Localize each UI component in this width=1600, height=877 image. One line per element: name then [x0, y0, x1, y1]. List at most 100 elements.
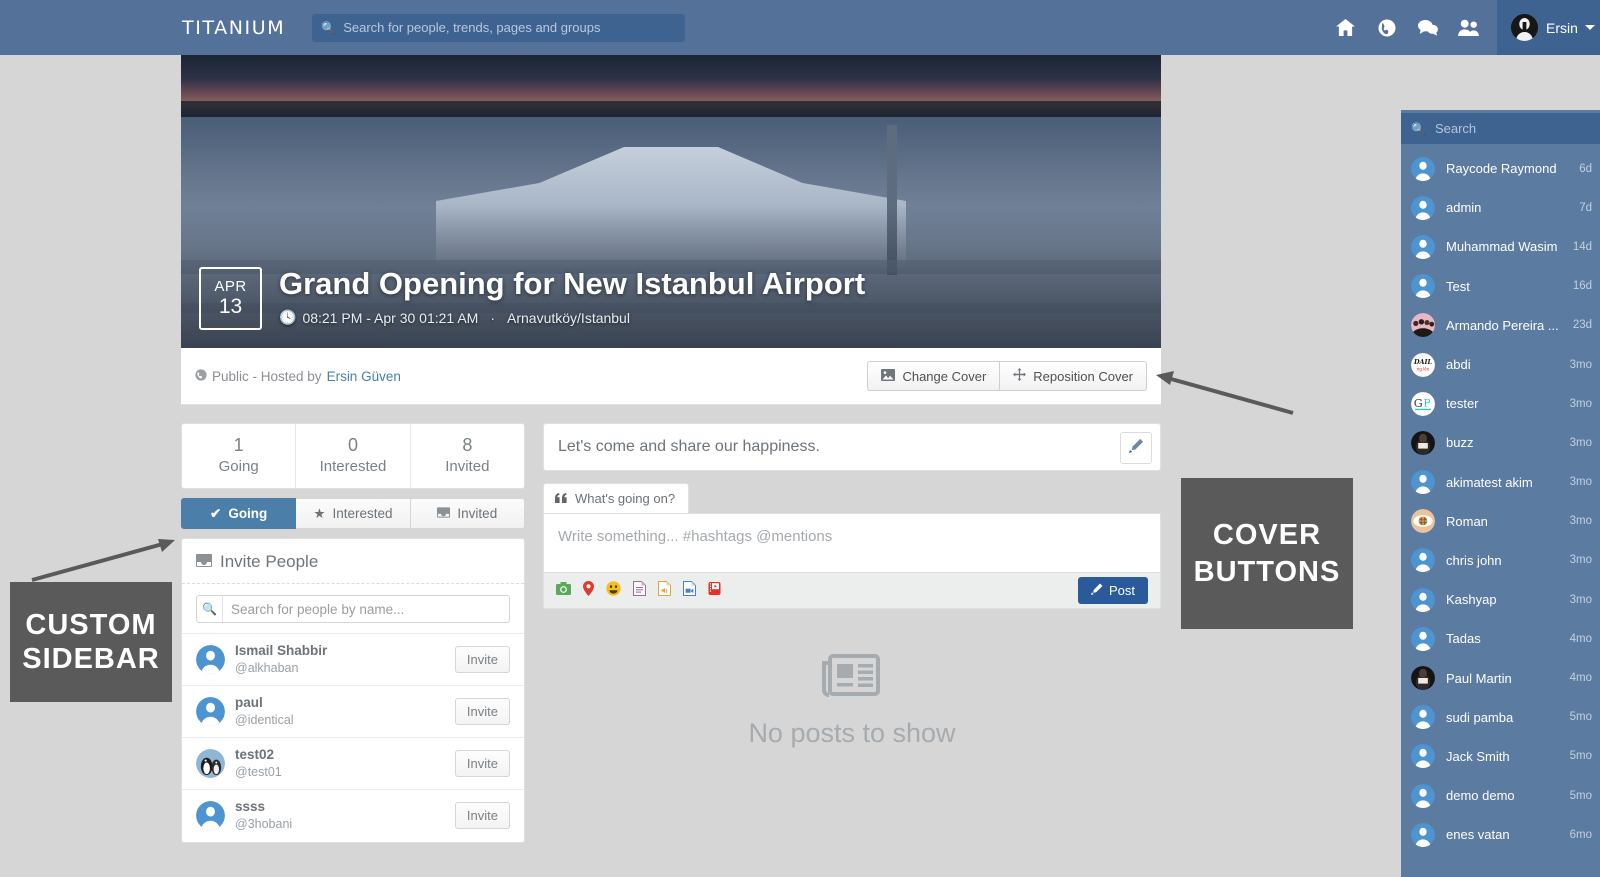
search-input[interactable]	[343, 20, 677, 35]
invite-person-name: test02	[235, 747, 275, 763]
chat-contact-name: Roman	[1446, 513, 1488, 529]
tab-interested[interactable]: ★ Interested	[296, 498, 411, 529]
photo-icon[interactable]	[556, 581, 571, 600]
chat-contact-name: Test	[1446, 278, 1470, 294]
stat-going[interactable]: 1 Going	[182, 424, 295, 488]
event-cover-wrapper: APR 13 Grand Opening for New Istanbul Ai…	[181, 55, 1161, 348]
invite-button[interactable]: Invite	[454, 646, 510, 674]
chat-contact-row[interactable]: akimatest akim 3mo	[1401, 463, 1600, 502]
empty-feed-state: No posts to show	[543, 651, 1161, 749]
chat-contact-row[interactable]: GP tester 3mo	[1401, 384, 1600, 423]
chat-contact-row[interactable]: Test 16d	[1401, 267, 1600, 306]
change-cover-button[interactable]: Change Cover	[867, 361, 1001, 391]
event-host-link[interactable]: Ersin Güven	[327, 369, 401, 384]
cover-photo[interactable]: APR 13 Grand Opening for New Istanbul Ai…	[181, 55, 1161, 348]
chat-icon[interactable]	[1412, 0, 1443, 55]
invite-button[interactable]: Invite	[454, 802, 510, 830]
video-icon[interactable]	[683, 580, 696, 601]
composer-attachment-icons	[556, 580, 721, 601]
invite-people-card: Invite People 🔍 Ismail Shabbir @alkhaban…	[181, 538, 525, 843]
composer-tabbar: What's going on?	[543, 483, 1161, 513]
chat-contact-name: Armando Pereira ...	[1446, 317, 1559, 333]
location-icon[interactable]	[583, 580, 594, 601]
user-menu[interactable]: Ersin	[1497, 0, 1600, 55]
post-button[interactable]: Post	[1077, 577, 1148, 604]
tab-going-label: Going	[228, 506, 268, 521]
avatar	[1411, 313, 1435, 338]
avatar	[196, 801, 225, 831]
invite-person-username: @3hobani	[235, 817, 293, 832]
document-icon[interactable]	[633, 580, 646, 601]
chat-contact-row[interactable]: buzz 3mo	[1401, 423, 1600, 462]
chat-contact-row[interactable]: demo demo 5mo	[1401, 776, 1600, 815]
stat-interested[interactable]: 0 Interested	[295, 424, 409, 488]
post-button-label: Post	[1108, 583, 1135, 598]
event-date-day: 13	[218, 295, 243, 319]
invite-person-info: ssss @3hobani	[235, 799, 455, 832]
reposition-cover-button[interactable]: Reposition Cover	[1000, 361, 1147, 391]
event-meta: 🕓 08:21 PM - Apr 30 01:21 AM · Arnavutkö…	[279, 309, 865, 326]
invite-search-input[interactable]	[223, 601, 509, 617]
globe-small-icon	[195, 368, 207, 384]
chat-contact-row[interactable]: Roman 3mo	[1401, 502, 1600, 541]
chat-contact-row[interactable]: Armando Pereira ... 23d	[1401, 306, 1600, 345]
avatar	[1411, 274, 1435, 299]
star-icon: ★	[313, 505, 326, 521]
home-icon[interactable]	[1330, 0, 1361, 55]
main-content-column: Let's come and share our happiness. What…	[543, 423, 1161, 749]
chat-contact-row[interactable]: DAIL ng lên abdi 3mo	[1401, 345, 1600, 384]
stat-going-label: Going	[218, 458, 259, 476]
event-privacy-host: Public - Hosted by Ersin Güven	[195, 369, 401, 384]
chat-contact-row[interactable]: sudi pamba 5mo	[1401, 698, 1600, 737]
chat-contact-row[interactable]: chris john 3mo	[1401, 541, 1600, 580]
annotation-arrow-sidebar	[31, 539, 175, 582]
chat-search-input[interactable]	[1434, 121, 1600, 136]
audio-icon[interactable]	[658, 580, 671, 601]
composer-body[interactable]: Write something... #hashtags @mentions	[543, 513, 1161, 573]
avatar	[1411, 783, 1435, 808]
chat-contact-row[interactable]: Kashyap 3mo	[1401, 580, 1600, 619]
chat-contact-row[interactable]: Jack Smith 5mo	[1401, 737, 1600, 776]
annotation-cover-buttons: COVER BUTTONS	[1181, 478, 1353, 629]
chat-contact-row[interactable]: Raycode Raymond 6d	[1401, 149, 1600, 188]
invite-button[interactable]: Invite	[454, 698, 510, 726]
avatar	[1411, 509, 1435, 534]
chat-contact-row[interactable]: admin 7d	[1401, 188, 1600, 227]
friends-icon[interactable]	[1453, 0, 1484, 55]
brand-logo[interactable]: TITANIUM	[182, 17, 285, 39]
stat-interested-number: 0	[347, 435, 358, 456]
tab-going[interactable]: ✔ Going	[181, 498, 297, 529]
avatar	[1411, 744, 1435, 769]
composer-tab-status[interactable]: What's going on?	[543, 483, 690, 513]
event-description-card: Let's come and share our happiness.	[543, 423, 1161, 471]
composer-footer: Post	[543, 573, 1161, 609]
svg-text:P: P	[1424, 397, 1431, 409]
invite-button[interactable]: Invite	[454, 750, 510, 778]
invite-person-name: ssss	[235, 799, 266, 815]
chat-contact-time: 3mo	[1569, 593, 1592, 606]
chat-search[interactable]: 🔍 ⚙	[1401, 113, 1600, 144]
pencil-icon	[1090, 583, 1103, 598]
chat-contact-row[interactable]: Tadas 4mo	[1401, 619, 1600, 658]
chat-contact-row[interactable]: Muhammad Wasim 14d	[1401, 227, 1600, 266]
global-search[interactable]: 🔍	[312, 13, 686, 42]
chat-contact-time: 6d	[1579, 162, 1592, 175]
chat-contact-name: chris john	[1446, 552, 1502, 568]
chat-contact-row[interactable]: enes vatan 6mo	[1401, 815, 1600, 854]
edit-description-button[interactable]	[1120, 432, 1152, 464]
avatar	[1411, 626, 1435, 651]
invite-person-name: Ismail Shabbir	[235, 643, 328, 658]
chat-contact-row[interactable]: Paul Martin 4mo	[1401, 658, 1600, 697]
youtube-icon[interactable]	[708, 581, 721, 601]
annotation-line-1: CUSTOM	[25, 608, 157, 641]
globe-icon[interactable]	[1371, 0, 1402, 55]
event-privacy-label: Public - Hosted by	[212, 368, 322, 384]
emoji-icon[interactable]	[606, 580, 621, 601]
stat-invited[interactable]: 8 Invited	[409, 424, 524, 488]
tab-invited[interactable]: Invited	[410, 498, 525, 529]
invite-person-row: paul @identical Invite	[182, 685, 524, 737]
invite-search[interactable]: 🔍	[196, 595, 510, 623]
chat-contact-time: 4mo	[1569, 672, 1592, 685]
invite-person-username: @identical	[235, 713, 294, 727]
chat-contact-time: 14d	[1572, 240, 1592, 253]
